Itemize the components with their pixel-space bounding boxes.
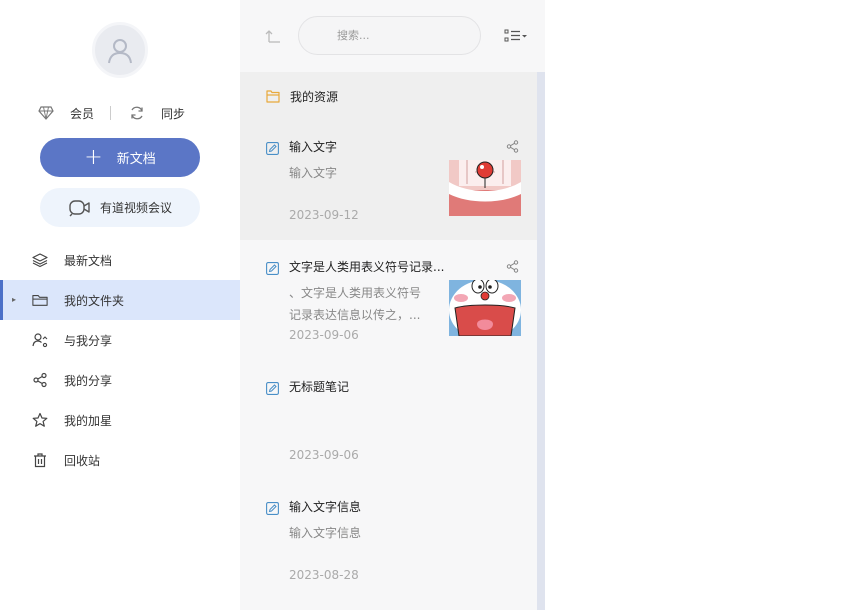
sidebar-item-label: 与我分享 [64, 333, 113, 348]
note-date: 2023-09-06 [289, 328, 359, 342]
note-item[interactable]: 文字是人类用表义符号记录... 、文字是人类用表义符号记录表达信息以传之，...… [240, 240, 537, 360]
sidebar-item-label: 最新文档 [64, 253, 113, 268]
sync-label: 同步 [161, 106, 186, 121]
folder-icon [266, 89, 280, 103]
note-item[interactable]: 无标题笔记 2023-09-06 [240, 360, 537, 480]
note-thumbnail [449, 160, 521, 216]
note-item[interactable]: 输入文字 输入文字 2023-09-12 [240, 120, 537, 240]
sidebar-item-label: 我的文件夹 [64, 293, 125, 308]
search-box[interactable] [298, 16, 481, 55]
note-snippet: 、文字是人类用表义符号记录表达信息以传之，... [289, 286, 422, 322]
note-date: 2023-08-28 [289, 568, 359, 582]
note-thumbnail [449, 280, 521, 336]
folder-item-my-resources[interactable]: 我的资源 [240, 72, 537, 120]
note-title: 文字是人类用表义符号记录... [289, 260, 445, 274]
sidebar-item-label: 我的分享 [64, 373, 113, 388]
note-edit-icon [266, 260, 279, 279]
folder-label: 我的资源 [290, 89, 339, 104]
sync-icon [131, 106, 143, 120]
sidebar-item-label: 回收站 [64, 453, 101, 468]
member-button[interactable]: 会员 [38, 105, 94, 122]
note-edit-icon [266, 500, 279, 519]
sidebar-item-my-shares[interactable]: 我的分享 [0, 360, 240, 400]
share-icon[interactable] [506, 138, 519, 157]
new-document-label: 新文档 [116, 152, 156, 167]
member-sync-row: 会员 同步 [38, 103, 208, 123]
note-edit-icon [266, 380, 279, 399]
sidebar: 会员 同步 + 新文档 有道视频会议 最新文档 ▸ 我的文件夹 与我分享 我的分… [0, 0, 240, 610]
share-icon[interactable] [506, 258, 519, 277]
user-icon [108, 39, 132, 64]
divider [110, 106, 112, 120]
sidebar-item-my-folders[interactable]: ▸ 我的文件夹 [0, 280, 240, 320]
note-snippet: 输入文字信息 [289, 526, 362, 540]
note-edit-icon [266, 140, 279, 159]
editor-area [545, 0, 851, 610]
sidebar-item-recent[interactable]: 最新文档 [0, 240, 240, 280]
note-snippet: 输入文字 [289, 166, 338, 180]
avatar[interactable] [92, 22, 148, 78]
trash-icon [32, 452, 48, 468]
video-meeting-label: 有道视频会议 [99, 201, 172, 215]
layers-icon [32, 252, 48, 268]
folder-icon [32, 292, 48, 308]
search-input[interactable] [337, 29, 467, 42]
note-list-pane: 我的资源 输入文字 输入文字 2023-09-12 [240, 0, 545, 610]
sync-button[interactable]: 同步 [129, 105, 185, 122]
list-toolbar [240, 0, 545, 72]
video-meeting-button[interactable]: 有道视频会议 [40, 188, 200, 227]
app-window: 会员 同步 + 新文档 有道视频会议 最新文档 ▸ 我的文件夹 与我分享 我的分… [0, 0, 851, 610]
new-document-button[interactable]: + 新文档 [40, 138, 200, 177]
note-date: 2023-09-06 [289, 448, 359, 462]
star-icon [32, 412, 48, 428]
up-level-icon[interactable] [264, 28, 282, 48]
note-date: 2023-09-12 [289, 208, 359, 222]
sidebar-item-label: 我的加星 [64, 413, 113, 428]
sidebar-item-trash[interactable]: 回收站 [0, 440, 240, 480]
note-item[interactable]: 输入文字信息 输入文字信息 2023-08-28 [240, 480, 537, 600]
video-camera-icon [68, 199, 92, 217]
sidebar-item-starred[interactable]: 我的加星 [0, 400, 240, 440]
note-title: 无标题笔记 [289, 380, 350, 394]
expand-caret-icon[interactable]: ▸ [12, 295, 16, 304]
shared-with-me-icon [32, 332, 48, 348]
view-mode-icon[interactable] [504, 28, 528, 44]
note-title: 输入文字 [289, 140, 338, 154]
share-icon [32, 372, 48, 388]
note-list: 我的资源 输入文字 输入文字 2023-09-12 文字是人类用表义符号记录..… [240, 72, 537, 600]
diamond-icon [38, 106, 54, 120]
sidebar-nav: 最新文档 ▸ 我的文件夹 与我分享 我的分享 我的加星 回收站 [0, 240, 240, 480]
note-title: 输入文字信息 [289, 500, 362, 514]
member-label: 会员 [70, 106, 95, 121]
scrollbar[interactable] [537, 72, 545, 610]
plus-icon: + [84, 144, 103, 170]
sidebar-item-shared-with-me[interactable]: 与我分享 [0, 320, 240, 360]
